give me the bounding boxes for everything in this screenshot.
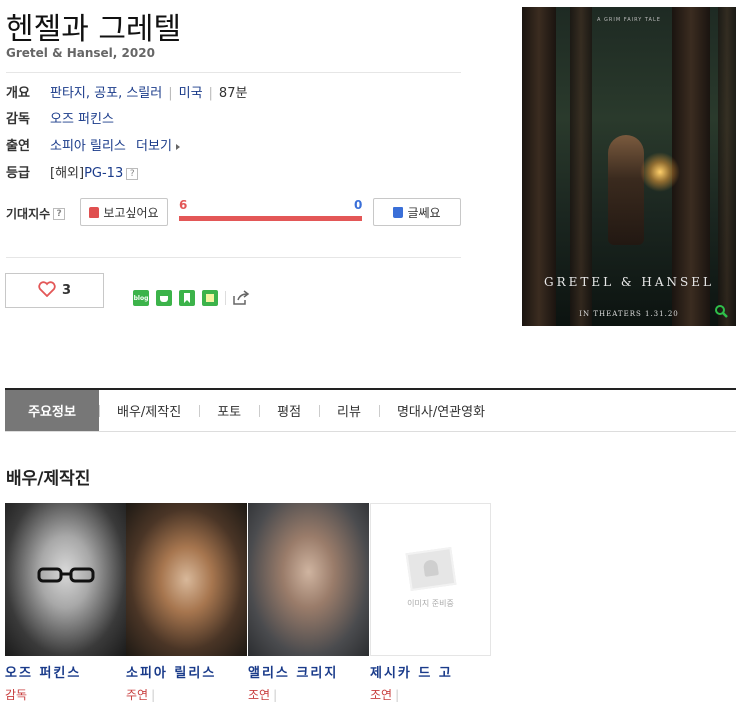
more-link[interactable]: 더보기 [136, 139, 172, 154]
no-image-text: 이미지 준비중 [407, 599, 454, 608]
tab-bar: 주요정보 배우/제작진 포토 평점 리뷰 명대사/연관영화 [5, 390, 736, 432]
role-separator: | [273, 688, 278, 702]
meh-label: 글쎄요 [407, 205, 441, 220]
rating-prefix: [해외] [50, 166, 85, 181]
zoom-icon[interactable] [714, 304, 728, 318]
memo-icon[interactable] [202, 290, 218, 306]
blog-icon[interactable]: blog [133, 290, 149, 306]
cast-card[interactable]: 오즈 퍼킨스 감독 [5, 503, 127, 703]
person-name[interactable]: 소피아 릴리스 [126, 662, 248, 681]
like-count: 3 [61, 283, 72, 298]
person-role: 주연 | [126, 688, 156, 702]
role-separator: | [151, 688, 156, 702]
lantern-glow [640, 152, 680, 192]
person-name[interactable]: 오즈 퍼킨스 [5, 662, 127, 681]
want-to-see-button[interactable]: 보고싶어요 [80, 198, 168, 226]
cast-card[interactable]: 앨리스 크리지 조연 | [248, 503, 370, 703]
meh-button[interactable]: 글쎄요 [373, 198, 461, 226]
person-photo[interactable] [126, 503, 247, 656]
cast-card[interactable]: 소피아 릴리스 주연 | [126, 503, 248, 703]
help-icon[interactable]: ? [53, 207, 66, 220]
person-name[interactable]: 앨리스 크리지 [248, 662, 370, 681]
tab-cast-crew[interactable]: 배우/제작진 [99, 390, 199, 431]
person-role: 감독 [5, 688, 28, 702]
director-label: 감독 [6, 112, 30, 127]
runtime: 87분 [218, 86, 248, 101]
thumbs-up-icon [89, 206, 100, 218]
tab-main-info[interactable]: 주요정보 [5, 390, 99, 431]
movie-original-title: Gretel & Hansel, 2020 [6, 46, 155, 60]
heart-icon [38, 280, 56, 301]
help-icon[interactable]: ? [126, 167, 139, 180]
poster-tagline: A GRIM FAIRY TALE [597, 17, 661, 23]
no-image-icon [405, 546, 456, 592]
movie-poster[interactable]: A GRIM FAIRY TALE GRETEL & HANSEL IN THE… [522, 7, 736, 326]
person-photo[interactable] [248, 503, 369, 656]
like-button[interactable]: 3 [5, 273, 104, 308]
cast-row: 출연 소피아 릴리스 더보기 [6, 135, 180, 154]
movie-title: 헨젤과 그레텔 [6, 12, 182, 47]
divider [225, 291, 226, 305]
overview-label: 개요 [6, 86, 30, 101]
poster-title: GRETEL & HANSEL [543, 275, 714, 289]
director-row: 감독 오즈 퍼킨스 [6, 108, 114, 127]
share-icon[interactable] [232, 290, 250, 306]
tab-reviews-score[interactable]: 평점 [259, 390, 319, 431]
role-separator: | [395, 688, 400, 702]
thumbs-down-icon [393, 206, 404, 218]
cast-link[interactable]: 소피아 릴리스 [50, 139, 126, 154]
poster-date: IN THEATERS 1.31.20 [579, 310, 679, 318]
cast-card[interactable]: 이미지 준비중 제시카 드 고 조연 | [370, 503, 492, 703]
person-name[interactable]: 제시카 드 고 [370, 662, 492, 681]
meh-count: 0 [354, 198, 363, 212]
rating-row: 등급 [해외]PG-13? [6, 162, 139, 181]
tab-quotes-related[interactable]: 명대사/연관영화 [378, 390, 503, 431]
person-photo[interactable] [5, 503, 126, 656]
bookmark-icon[interactable] [179, 290, 195, 306]
vote-ratio-bar [179, 216, 362, 221]
share-bar: blog [133, 290, 250, 306]
expectation-label-wrap: 기대지수? [6, 205, 66, 222]
genres-link[interactable]: 판타지, 공포, 스릴러 [50, 86, 162, 101]
expectation-label: 기대지수 [6, 207, 51, 221]
director-link[interactable]: 오즈 퍼킨스 [50, 112, 114, 127]
want-to-see-label: 보고싶어요 [103, 205, 159, 220]
overview-row: 개요 판타지, 공포, 스릴러 | 미국 | 87분 [6, 82, 247, 101]
person-role: 조연 | [370, 688, 400, 702]
cast-label: 출연 [6, 139, 30, 154]
person-role: 조연 | [248, 688, 278, 702]
country-link[interactable]: 미국 [179, 86, 203, 101]
want-count: 6 [179, 198, 188, 212]
poster-figure [608, 135, 644, 245]
cast-section-title: 배우/제작진 [6, 469, 91, 489]
divider [6, 257, 461, 258]
person-photo-placeholder[interactable]: 이미지 준비중 [370, 503, 491, 656]
rating-link[interactable]: PG-13 [84, 166, 123, 181]
tab-photo[interactable]: 포토 [199, 390, 259, 431]
tab-review[interactable]: 리뷰 [319, 390, 379, 431]
chevron-right-icon [175, 143, 180, 150]
cafe-icon[interactable] [156, 290, 172, 306]
divider [6, 72, 461, 73]
rating-label: 등급 [6, 166, 30, 181]
